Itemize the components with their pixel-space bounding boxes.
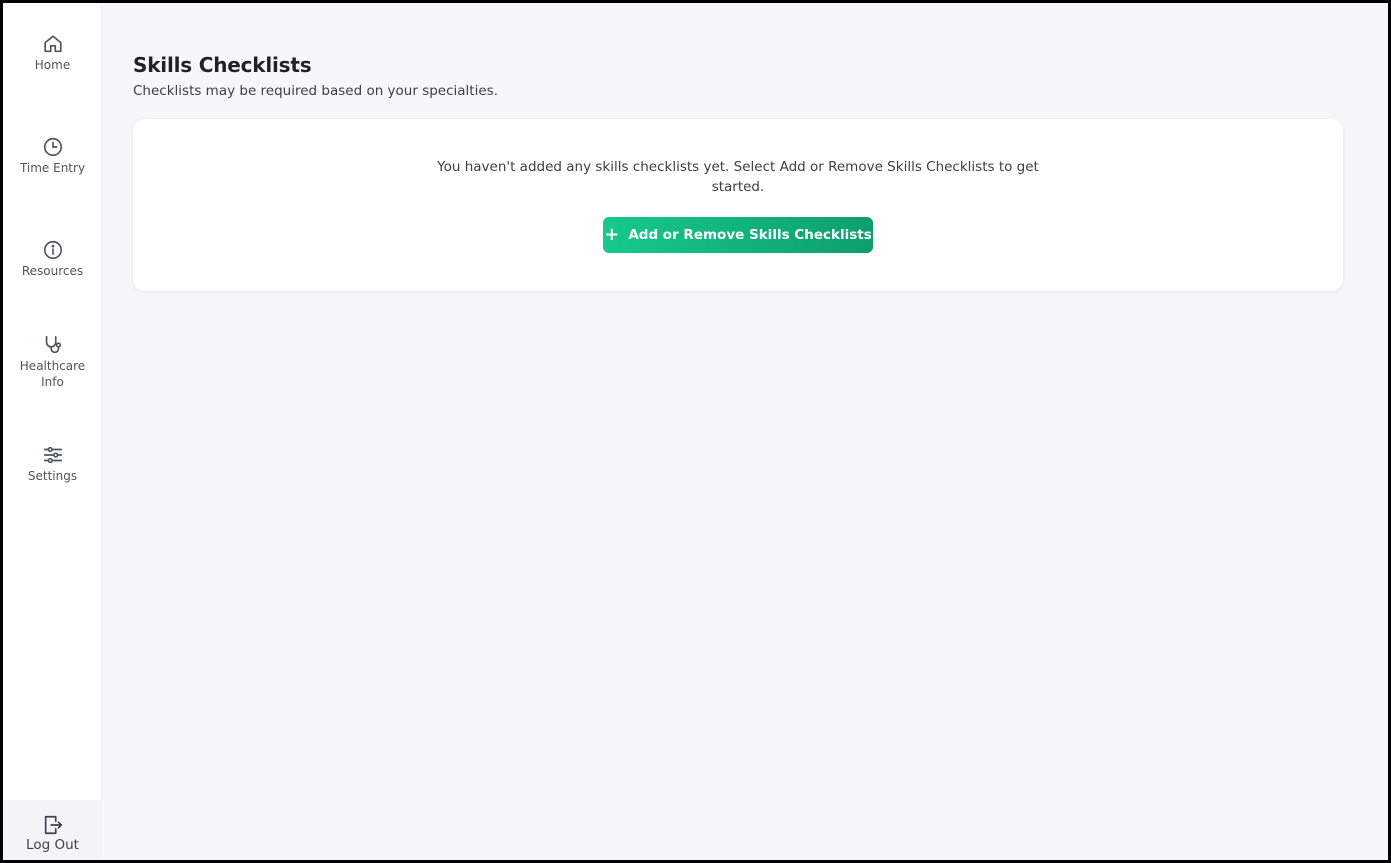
main-content: Skills Checklists Checklists may be requ… (133, 3, 1388, 860)
sidebar-item-time-entry[interactable]: Time Entry (3, 136, 102, 176)
sidebar-item-healthcare-info[interactable]: Healthcare Info (3, 334, 102, 390)
empty-state-message: You haven't added any skills checklists … (437, 159, 1039, 195)
home-icon (43, 35, 62, 53)
plus-icon: + (604, 224, 620, 245)
app-window: Home Time Entry Resources Healthcare Inf… (0, 0, 1391, 863)
sidebar-item-home[interactable]: Home (3, 33, 102, 73)
sliders-icon (43, 446, 62, 464)
info-icon (43, 240, 62, 260)
sidebar-item-resources[interactable]: Resources (3, 239, 102, 279)
skills-checklists-card: You haven't added any skills checklists … (133, 119, 1343, 291)
sidebar-item-label: Home (34, 58, 71, 72)
logout-button[interactable]: Log Out (3, 800, 102, 860)
logout-icon (44, 815, 62, 835)
sidebar-item-label: Healthcare Info (19, 359, 86, 389)
clock-icon (43, 137, 62, 157)
sidebar-item-settings[interactable]: Settings (3, 444, 102, 484)
sidebar-item-label: Settings (27, 469, 78, 483)
sidebar: Home Time Entry Resources Healthcare Inf… (3, 3, 102, 860)
page-subtitle: Checklists may be required based on your… (133, 83, 498, 99)
sidebar-item-label: Time Entry (19, 161, 86, 175)
add-remove-checklists-button[interactable]: + Add or Remove Skills Checklists (603, 217, 873, 253)
add-remove-checklists-label: Add or Remove Skills Checklists (628, 227, 872, 243)
stethoscope-icon (45, 335, 61, 354)
logout-label: Log Out (26, 837, 79, 853)
page-title: Skills Checklists (133, 53, 312, 77)
sidebar-item-label: Resources (21, 264, 84, 278)
